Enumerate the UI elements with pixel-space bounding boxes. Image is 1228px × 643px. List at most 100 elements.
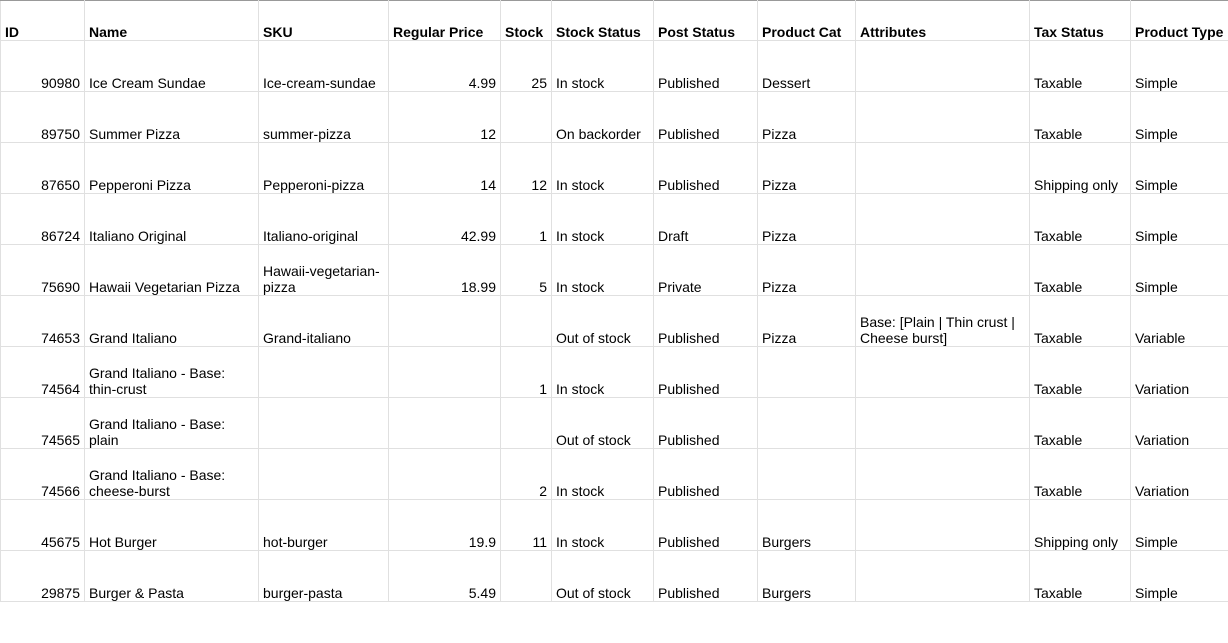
cell-attributes [856, 347, 1030, 398]
cell-tax_status: Shipping only [1030, 143, 1131, 194]
cell-product_type: Variable [1131, 296, 1228, 347]
table-body: 90980Ice Cream SundaeIce-cream-sundae4.9… [1, 41, 1228, 602]
cell-id: 45675 [1, 500, 85, 551]
cell-id: 90980 [1, 41, 85, 92]
cell-post_status: Published [654, 92, 758, 143]
cell-post_status: Published [654, 398, 758, 449]
cell-name: Italiano Original [85, 194, 259, 245]
cell-product_cat: Pizza [758, 194, 856, 245]
cell-tax_status: Shipping only [1030, 500, 1131, 551]
cell-attributes [856, 500, 1030, 551]
cell-sku [259, 398, 389, 449]
cell-stock_status: In stock [552, 143, 654, 194]
cell-sku: Hawaii-vegetarian-pizza [259, 245, 389, 296]
cell-stock [501, 92, 552, 143]
cell-attributes [856, 143, 1030, 194]
cell-regular_price [389, 296, 501, 347]
cell-regular_price [389, 449, 501, 500]
header-post-status: Post Status [654, 1, 758, 41]
table-row: 74653Grand ItalianoGrand-italianoOut of … [1, 296, 1228, 347]
cell-stock: 2 [501, 449, 552, 500]
cell-post_status: Private [654, 245, 758, 296]
cell-sku: burger-pasta [259, 551, 389, 602]
cell-sku: Italiano-original [259, 194, 389, 245]
cell-stock: 5 [501, 245, 552, 296]
cell-product_cat [758, 449, 856, 500]
cell-product_cat: Pizza [758, 92, 856, 143]
cell-name: Hawaii Vegetarian Pizza [85, 245, 259, 296]
cell-stock_status: In stock [552, 41, 654, 92]
header-tax-status: Tax Status [1030, 1, 1131, 41]
table-row: 45675Hot Burgerhot-burger19.911In stockP… [1, 500, 1228, 551]
table-row: 86724Italiano OriginalItaliano-original4… [1, 194, 1228, 245]
cell-post_status: Draft [654, 194, 758, 245]
table-row: 90980Ice Cream SundaeIce-cream-sundae4.9… [1, 41, 1228, 92]
header-sku: SKU [259, 1, 389, 41]
header-regular-price: Regular Price [389, 1, 501, 41]
cell-sku: Ice-cream-sundae [259, 41, 389, 92]
cell-tax_status: Taxable [1030, 92, 1131, 143]
cell-product_cat: Pizza [758, 245, 856, 296]
cell-stock [501, 398, 552, 449]
cell-stock: 11 [501, 500, 552, 551]
cell-attributes [856, 551, 1030, 602]
cell-attributes [856, 398, 1030, 449]
table-row: 74564Grand Italiano - Base: thin-crust1I… [1, 347, 1228, 398]
cell-regular_price: 19.9 [389, 500, 501, 551]
cell-id: 87650 [1, 143, 85, 194]
products-table: ID Name SKU Regular Price Stock Stock St… [0, 0, 1228, 602]
cell-product_type: Simple [1131, 92, 1228, 143]
table-row: 74566Grand Italiano - Base: cheese-burst… [1, 449, 1228, 500]
cell-post_status: Published [654, 449, 758, 500]
cell-stock_status: In stock [552, 449, 654, 500]
cell-name: Grand Italiano [85, 296, 259, 347]
cell-stock_status: In stock [552, 245, 654, 296]
cell-stock: 25 [501, 41, 552, 92]
cell-stock_status: Out of stock [552, 551, 654, 602]
cell-stock_status: On backorder [552, 92, 654, 143]
cell-product_type: Simple [1131, 41, 1228, 92]
cell-tax_status: Taxable [1030, 398, 1131, 449]
cell-product_cat [758, 398, 856, 449]
cell-post_status: Published [654, 347, 758, 398]
cell-attributes [856, 194, 1030, 245]
cell-product_type: Variation [1131, 449, 1228, 500]
cell-name: Pepperoni Pizza [85, 143, 259, 194]
header-product-cat: Product Cat [758, 1, 856, 41]
cell-attributes [856, 92, 1030, 143]
cell-attributes [856, 449, 1030, 500]
cell-id: 75690 [1, 245, 85, 296]
cell-stock: 12 [501, 143, 552, 194]
cell-post_status: Published [654, 143, 758, 194]
cell-sku [259, 347, 389, 398]
cell-post_status: Published [654, 296, 758, 347]
cell-regular_price: 4.99 [389, 41, 501, 92]
cell-tax_status: Taxable [1030, 194, 1131, 245]
cell-stock_status: In stock [552, 194, 654, 245]
cell-product_cat: Pizza [758, 296, 856, 347]
cell-id: 74564 [1, 347, 85, 398]
header-id: ID [1, 1, 85, 41]
cell-name: Hot Burger [85, 500, 259, 551]
cell-id: 29875 [1, 551, 85, 602]
cell-stock [501, 551, 552, 602]
cell-product_type: Variation [1131, 347, 1228, 398]
cell-product_cat: Pizza [758, 143, 856, 194]
cell-name: Ice Cream Sundae [85, 41, 259, 92]
cell-post_status: Published [654, 551, 758, 602]
cell-sku: summer-pizza [259, 92, 389, 143]
cell-id: 86724 [1, 194, 85, 245]
cell-post_status: Published [654, 41, 758, 92]
cell-id: 89750 [1, 92, 85, 143]
header-attributes: Attributes [856, 1, 1030, 41]
cell-name: Grand Italiano - Base: cheese-burst [85, 449, 259, 500]
header-row: ID Name SKU Regular Price Stock Stock St… [1, 1, 1228, 41]
header-name: Name [85, 1, 259, 41]
cell-attributes: Base: [Plain | Thin crust | Cheese burst… [856, 296, 1030, 347]
cell-tax_status: Taxable [1030, 245, 1131, 296]
cell-regular_price: 14 [389, 143, 501, 194]
cell-sku [259, 449, 389, 500]
header-product-type: Product Type [1131, 1, 1228, 41]
table-row: 74565Grand Italiano - Base: plainOut of … [1, 398, 1228, 449]
table-row: 75690Hawaii Vegetarian PizzaHawaii-veget… [1, 245, 1228, 296]
